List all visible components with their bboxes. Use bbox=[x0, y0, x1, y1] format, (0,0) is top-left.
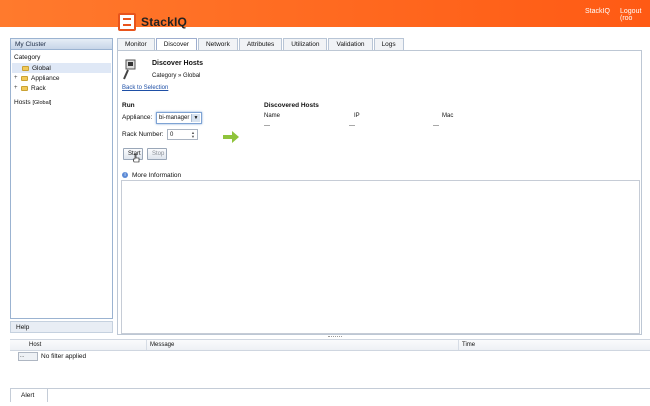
column-message[interactable]: Message bbox=[147, 340, 459, 350]
tab-attributes[interactable]: Attributes bbox=[238, 38, 283, 50]
logout-link[interactable]: Logout (roo bbox=[620, 8, 650, 22]
tab-logs[interactable]: Logs bbox=[373, 38, 404, 50]
cluster-sidebar: My Cluster Category Global + Appliance +… bbox=[10, 38, 113, 319]
filter-button[interactable]: ... bbox=[18, 352, 38, 361]
tab-validation[interactable]: Validation bbox=[328, 38, 373, 50]
breadcrumb-category: Category bbox=[152, 73, 177, 79]
app-name: StackIQ bbox=[141, 15, 188, 29]
value-ip: --- bbox=[349, 123, 355, 129]
alert-grid: Host Message Time ... No filter applied bbox=[10, 339, 650, 369]
info-icon: i bbox=[122, 172, 128, 178]
tree-item-label: Rack bbox=[31, 84, 46, 92]
filter-row: ... No filter applied bbox=[10, 351, 650, 362]
column-time[interactable]: Time bbox=[459, 340, 650, 350]
discover-panel: Discover Hosts Category » Global Back to… bbox=[117, 50, 642, 335]
appliance-value: bi-manager bbox=[159, 115, 190, 121]
help-panel-tab[interactable]: Help bbox=[10, 321, 113, 333]
page-title: Discover Hosts bbox=[152, 60, 203, 67]
breadcrumb-value: Global bbox=[183, 73, 201, 79]
rack-number-input[interactable]: 0 ▲ ▼ bbox=[167, 129, 198, 140]
tree-item-label: Appliance bbox=[31, 74, 60, 82]
breadcrumb: Category » Global bbox=[152, 73, 200, 79]
tree-item-global[interactable]: Global bbox=[12, 63, 111, 73]
spinner-icon[interactable]: ▲ ▼ bbox=[190, 131, 196, 139]
column-name: Name bbox=[264, 113, 281, 119]
rack-number-label: Rack Number: bbox=[122, 131, 164, 138]
hosts-summary: Hosts [Global] bbox=[14, 99, 109, 106]
tree-item-label: Global bbox=[32, 64, 51, 72]
grid-header: Host Message Time bbox=[10, 340, 650, 351]
breadcrumb-separator: » bbox=[178, 73, 182, 79]
folder-icon bbox=[21, 85, 28, 91]
column-ip: IP bbox=[354, 113, 360, 119]
arrow-right-icon bbox=[223, 131, 239, 143]
app-header: StackIQ StackIQ Logout (roo bbox=[0, 0, 650, 38]
stop-button[interactable]: Stop bbox=[147, 148, 167, 160]
column-host[interactable]: Host bbox=[10, 340, 147, 350]
expand-icon[interactable]: + bbox=[14, 85, 21, 91]
tab-network[interactable]: Network bbox=[197, 38, 238, 50]
more-information-box bbox=[121, 180, 640, 334]
stackiq-link[interactable]: StackIQ bbox=[585, 8, 610, 15]
chevron-down-icon[interactable]: ▼ bbox=[191, 114, 200, 122]
appliance-select[interactable]: bi-manager ▼ bbox=[156, 112, 202, 124]
rack-number-value: 0 bbox=[170, 132, 174, 138]
stackiq-logo: StackIQ bbox=[118, 11, 187, 33]
tab-alert[interactable]: Alert bbox=[10, 388, 48, 402]
hosts-label: Hosts bbox=[14, 99, 31, 106]
hand-cursor-icon bbox=[133, 154, 140, 163]
discovered-hosts-title: Discovered Hosts bbox=[264, 102, 319, 109]
expand-icon[interactable]: + bbox=[14, 75, 21, 81]
more-information-label[interactable]: More Information bbox=[132, 172, 181, 179]
main-tabs: Monitor Discover Network Attributes Util… bbox=[117, 38, 404, 51]
value-name: --- bbox=[264, 123, 270, 129]
run-label: Run bbox=[122, 102, 135, 109]
hosts-scope: [Global] bbox=[32, 100, 52, 106]
divider bbox=[48, 388, 650, 389]
appliance-label: Appliance: bbox=[122, 114, 153, 121]
filter-status: No filter applied bbox=[41, 353, 87, 360]
sidebar-title: My Cluster bbox=[11, 39, 112, 50]
folder-icon bbox=[22, 65, 29, 71]
category-label: Category bbox=[14, 54, 41, 61]
discover-hosts-icon bbox=[123, 59, 136, 80]
stackiq-logo-icon bbox=[118, 13, 136, 31]
tree-item-appliance[interactable]: + Appliance bbox=[11, 73, 112, 83]
tree-item-rack[interactable]: + Rack bbox=[11, 83, 112, 93]
header-bar bbox=[0, 0, 650, 27]
folder-icon bbox=[21, 75, 28, 81]
tab-utilization[interactable]: Utilization bbox=[283, 38, 328, 50]
column-mac: Mac bbox=[442, 113, 454, 119]
value-mac: --- bbox=[433, 123, 439, 129]
tab-monitor[interactable]: Monitor bbox=[117, 38, 155, 50]
back-to-selection-link[interactable]: Back to Selection bbox=[122, 85, 168, 91]
